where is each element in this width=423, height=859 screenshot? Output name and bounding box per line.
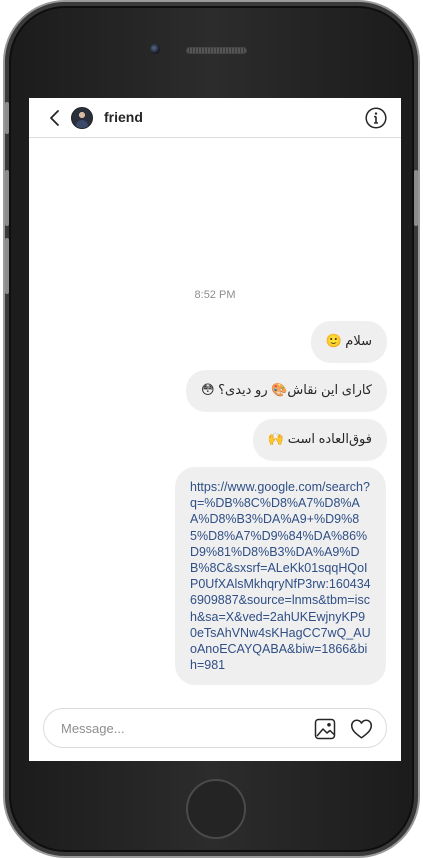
volume-down-button [5, 238, 9, 294]
message-composer [43, 708, 387, 748]
image-icon[interactable] [314, 718, 336, 740]
message-bubble[interactable]: سلام 🙂 [310, 321, 387, 363]
message-bubble[interactable]: کارای این نقاش🎨 رو دیدی؟ 😳 [185, 370, 387, 412]
front-camera [150, 44, 160, 54]
chevron-left-icon[interactable] [47, 109, 65, 127]
chat-screen: friend 8:52 PM سلام 🙂 کارای این نقاش🎨 رو… [29, 98, 401, 761]
message-timestamp: 8:52 PM [194, 289, 236, 301]
message-link[interactable]: https://www.google.com/search?q=%DB%8C%D… [190, 479, 371, 673]
message-bubble[interactable]: فوق‌العاده است 🙌 [252, 419, 387, 461]
info-icon[interactable] [365, 107, 387, 129]
mute-switch [5, 102, 9, 134]
earpiece-speaker [186, 47, 247, 54]
contact-name[interactable]: friend [104, 109, 143, 125]
power-button [414, 170, 418, 226]
home-button[interactable] [186, 779, 246, 839]
phone-frame: friend 8:52 PM سلام 🙂 کارای این نقاش🎨 رو… [3, 0, 420, 858]
volume-up-button [5, 170, 9, 226]
heart-icon[interactable] [350, 718, 373, 740]
message-input[interactable] [61, 718, 301, 738]
avatar[interactable] [71, 107, 93, 129]
message-bubble-link: https://www.google.com/search?q=%DB%8C%D… [175, 467, 386, 685]
chat-header: friend [29, 98, 401, 138]
